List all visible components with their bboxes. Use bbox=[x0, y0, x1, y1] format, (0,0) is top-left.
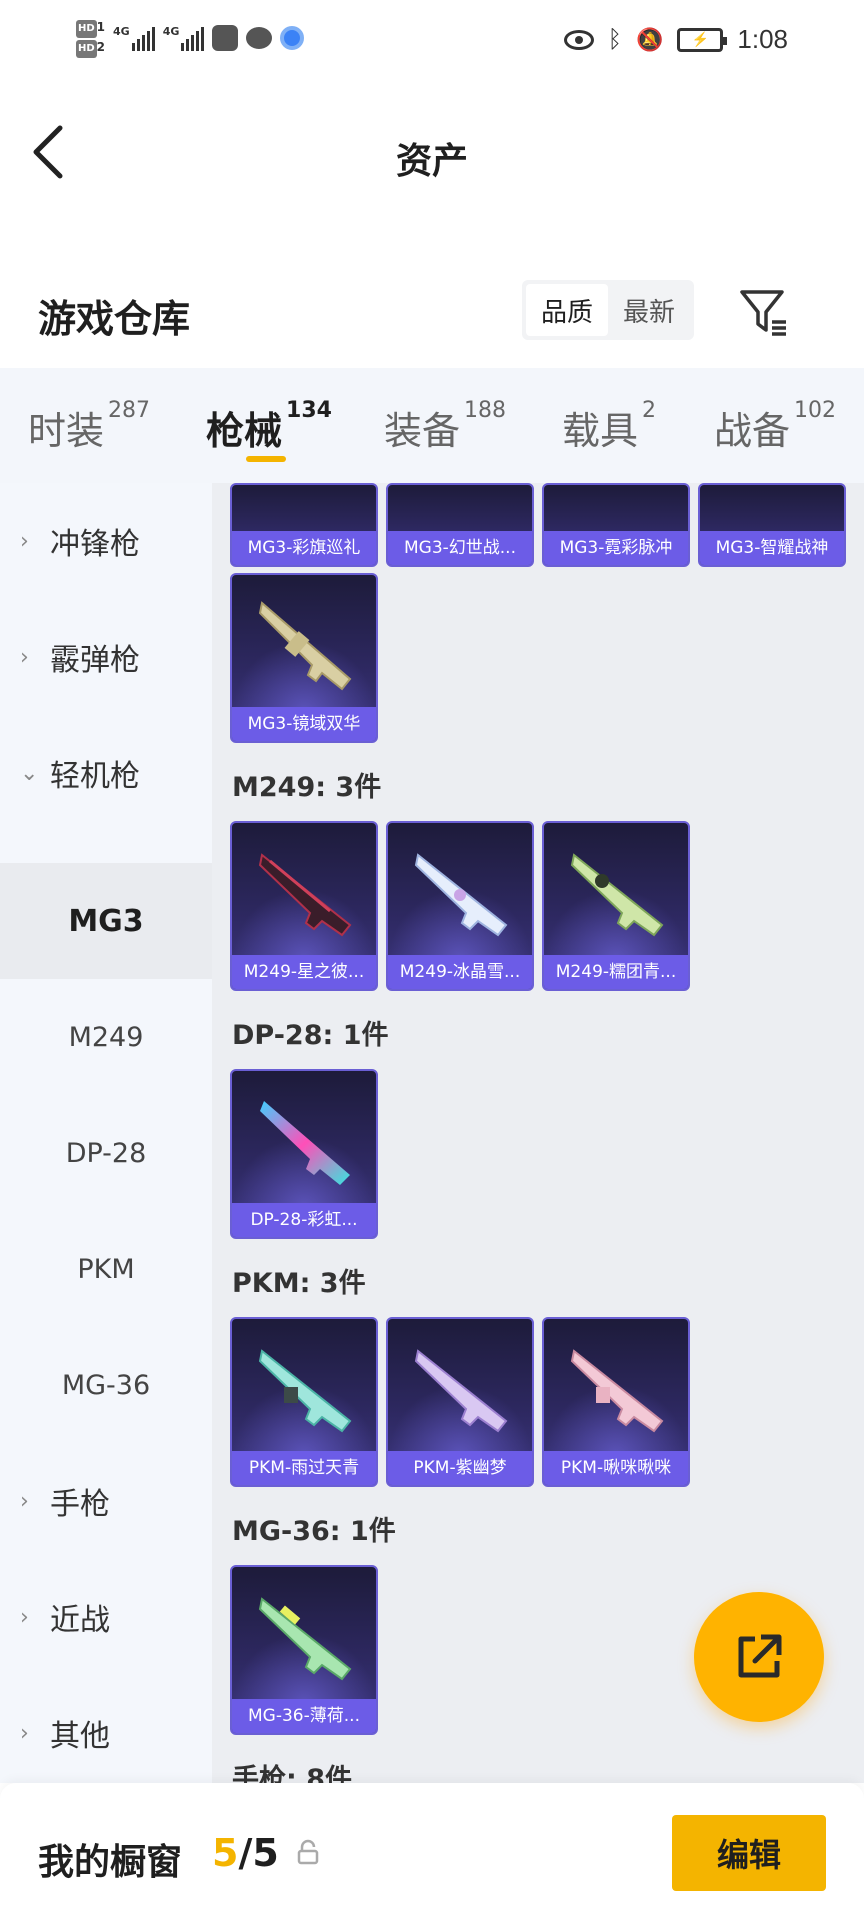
bluetooth-icon: ᛒ bbox=[607, 25, 622, 53]
chat-bubble-icon bbox=[246, 27, 273, 49]
share-icon bbox=[738, 1634, 782, 1678]
battery-charging-icon: ⚡ bbox=[677, 27, 728, 52]
item-name: PKM-啾咪啾咪 bbox=[544, 1451, 688, 1485]
gun-skin-image bbox=[414, 853, 508, 937]
sidebar-item-dp28[interactable]: DP-28 bbox=[0, 1095, 212, 1211]
item-name: MG3-智耀战神 bbox=[700, 531, 844, 565]
gun-skin-image bbox=[258, 1597, 352, 1681]
section-heading-pkm: PKM: 3件 bbox=[232, 1268, 366, 1299]
item-card[interactable]: MG3-彩旗巡礼 bbox=[230, 483, 378, 567]
gun-skin-image bbox=[260, 1101, 350, 1185]
tab-equipment[interactable]: 装备 188 bbox=[384, 398, 506, 455]
item-card[interactable]: MG3-霓彩脉冲 bbox=[542, 483, 690, 567]
sidebar-item-melee[interactable]: › 近战 bbox=[0, 1559, 212, 1675]
tab-vehicles[interactable]: 载具 2 bbox=[562, 398, 656, 455]
item-name: MG3-彩旗巡礼 bbox=[232, 531, 376, 565]
item-name: M249-星之彼... bbox=[232, 955, 376, 989]
chevron-right-icon: › bbox=[20, 644, 29, 670]
item-card[interactable]: PKM-啾咪啾咪 bbox=[542, 1317, 690, 1487]
gun-skin-image bbox=[570, 853, 664, 937]
filter-icon[interactable] bbox=[738, 286, 790, 338]
item-name: PKM-紫幽梦 bbox=[388, 1451, 532, 1485]
gun-skin-image bbox=[414, 1349, 508, 1433]
section-heading-pistol: 手枪: 8件 bbox=[232, 1764, 352, 1783]
item-name: MG-36-薄荷... bbox=[232, 1699, 376, 1733]
item-card[interactable]: MG-36-薄荷... bbox=[230, 1565, 378, 1735]
warehouse-title: 游戏仓库 bbox=[38, 297, 191, 341]
tab-supplies[interactable]: 战备 102 bbox=[714, 398, 836, 455]
signal-2-icon: 4G bbox=[163, 25, 205, 51]
mute-bell-icon: 🔕 bbox=[635, 26, 664, 52]
eye-icon bbox=[563, 29, 594, 50]
header: 资产 bbox=[0, 88, 864, 218]
item-card[interactable]: DP-28-彩虹... bbox=[230, 1069, 378, 1239]
gun-skin-image bbox=[570, 1349, 664, 1433]
category-tabs: 时装 287 枪械 134 装备 188 载具 2 战备 102 bbox=[0, 368, 864, 483]
section-heading-mg36: MG-36: 1件 bbox=[232, 1516, 396, 1547]
item-grid: MG3-彩旗巡礼 MG3-幻世战... MG3-霓彩脉冲 MG3-智耀战神 MG… bbox=[212, 483, 864, 1783]
item-name: MG3-霓彩脉冲 bbox=[544, 531, 688, 565]
item-name: M249-冰晶雪... bbox=[388, 955, 532, 989]
gun-skin-image bbox=[258, 1349, 352, 1433]
item-name: MG3-镜域双华 bbox=[232, 707, 376, 741]
sidebar-item-pkm[interactable]: PKM bbox=[0, 1211, 212, 1327]
share-button[interactable] bbox=[694, 1592, 824, 1722]
item-card[interactable]: MG3-智耀战神 bbox=[698, 483, 846, 567]
sidebar-item-m249[interactable]: M249 bbox=[0, 979, 212, 1095]
sidebar-item-shotgun[interactable]: › 霰弹枪 bbox=[0, 599, 212, 715]
sidebar-item-mg36[interactable]: MG-36 bbox=[0, 1327, 212, 1443]
edit-button[interactable]: 编辑 bbox=[672, 1815, 826, 1891]
chevron-right-icon: › bbox=[20, 1488, 29, 1514]
showcase-count: 5/5 bbox=[212, 1831, 279, 1875]
page-title: 资产 bbox=[395, 141, 468, 182]
item-name: MG3-幻世战... bbox=[388, 531, 532, 565]
status-bar-right: ᛒ 🔕 ⚡ 1:08 bbox=[563, 24, 788, 55]
tab-fashion[interactable]: 时装 287 bbox=[28, 398, 150, 455]
showcase-label: 我的橱窗 bbox=[38, 1842, 183, 1883]
item-card[interactable]: MG3-镜域双华 bbox=[230, 573, 378, 743]
clock: 1:08 bbox=[737, 24, 788, 54]
section-heading-dp28: DP-28: 1件 bbox=[232, 1020, 389, 1051]
active-tab-indicator bbox=[246, 456, 286, 462]
signal-1-icon: 4G bbox=[113, 25, 155, 51]
lock-icon bbox=[296, 1839, 320, 1865]
chevron-right-icon: › bbox=[20, 528, 29, 554]
hd-indicator: HD 1 HD 2 bbox=[76, 18, 105, 58]
sidebar-item-other[interactable]: › 其他 bbox=[0, 1675, 212, 1791]
item-card[interactable]: M249-冰晶雪... bbox=[386, 821, 534, 991]
sort-newest-button[interactable]: 最新 bbox=[608, 284, 690, 336]
item-card[interactable]: MG3-幻世战... bbox=[386, 483, 534, 567]
sort-quality-button[interactable]: 品质 bbox=[526, 284, 608, 336]
item-card[interactable]: M249-星之彼... bbox=[230, 821, 378, 991]
item-name: DP-28-彩虹... bbox=[232, 1203, 376, 1237]
shopping-bag-icon bbox=[212, 25, 239, 51]
item-name: PKM-雨过天青 bbox=[232, 1451, 376, 1485]
browser-icon bbox=[280, 26, 305, 50]
chevron-right-icon: › bbox=[20, 1720, 29, 1746]
sidebar: › 冲锋枪 › 霰弹枪 ⌄ 轻机枪 MG3 M249 DP-28 PKM MG-36 … bbox=[0, 483, 212, 1783]
tab-guns[interactable]: 枪械 134 bbox=[206, 398, 332, 455]
sidebar-item-lmg[interactable]: ⌄ 轻机枪 bbox=[0, 715, 212, 831]
status-bar-left: HD 1 HD 2 4G 4G bbox=[76, 18, 305, 58]
showcase-bar: 我的橱窗 5/5 编辑 bbox=[0, 1783, 864, 1920]
sidebar-item-pistol[interactable]: › 手枪 bbox=[0, 1443, 212, 1559]
gun-skin-image bbox=[258, 601, 352, 691]
chevron-down-icon: ⌄ bbox=[20, 760, 39, 786]
sidebar-item-mg3[interactable]: MG3 bbox=[0, 863, 212, 979]
sort-toggle: 品质 最新 bbox=[522, 280, 694, 340]
sidebar-item-smg[interactable]: › 冲锋枪 bbox=[0, 483, 212, 599]
chevron-right-icon: › bbox=[20, 1604, 29, 1630]
section-heading-m249: M249: 3件 bbox=[232, 772, 382, 803]
item-name: M249-糯团青... bbox=[544, 955, 688, 989]
gun-skin-image bbox=[258, 853, 352, 937]
item-card[interactable]: PKM-紫幽梦 bbox=[386, 1317, 534, 1487]
item-card[interactable]: PKM-雨过天青 bbox=[230, 1317, 378, 1487]
status-bar: HD 1 HD 2 4G 4G ᛒ 🔕 ⚡ 1:08 bbox=[0, 0, 864, 88]
item-card[interactable]: M249-糯团青... bbox=[542, 821, 690, 991]
